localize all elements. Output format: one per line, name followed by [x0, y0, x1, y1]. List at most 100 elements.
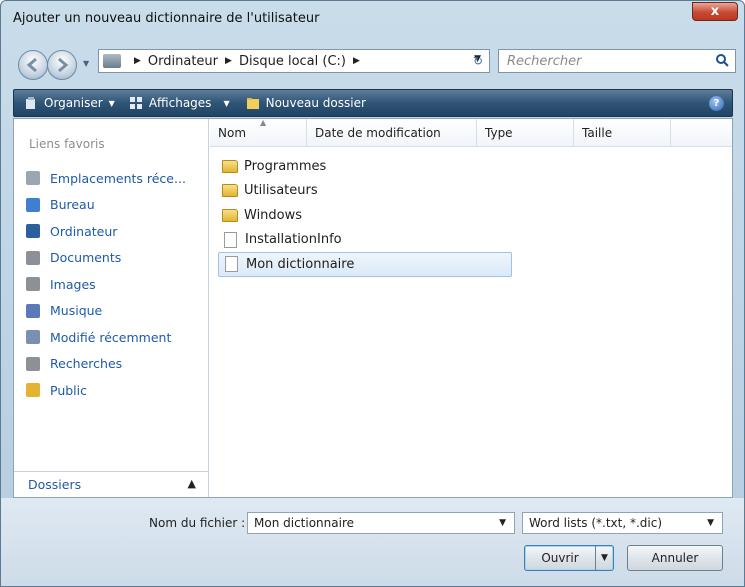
computer-icon: [26, 224, 40, 239]
favorites-list: Emplacements réce... Bureau Ordinateur Docu…: [26, 165, 186, 404]
chevron-up-icon: ▲: [187, 477, 196, 490]
views-label: Affichages: [148, 96, 212, 110]
sidebar-item-label: Public: [50, 382, 87, 398]
sidebar-item[interactable]: Images: [26, 271, 186, 298]
arrow-right-icon: [58, 57, 69, 73]
filename-label: Nom du fichier :: [149, 516, 246, 530]
refresh-icon: ↻: [472, 54, 484, 68]
column-headers: Nom ▲ Date de modification Type Taille: [210, 118, 732, 147]
organize-icon: [26, 97, 35, 109]
sidebar-item[interactable]: Bureau: [26, 192, 186, 219]
refresh-button[interactable]: ↻: [466, 50, 490, 72]
sidebar-item-label: Modifié récemment: [50, 329, 172, 345]
file-row[interactable]: Programmes: [218, 154, 512, 179]
column-header-type[interactable]: Type: [477, 119, 574, 147]
sidebar-item[interactable]: Documents: [26, 245, 186, 272]
file-name: Mon dictionnaire: [246, 256, 355, 272]
navigation-pane: Liens favoris Emplacements réce... Bureau…: [14, 119, 209, 497]
organize-label: Organiser: [44, 96, 103, 110]
column-header-name[interactable]: Nom ▲: [210, 118, 307, 147]
new-folder-label: Nouveau dossier: [265, 96, 366, 110]
pictures-icon: [26, 277, 40, 292]
open-button[interactable]: Ouvrir ▼: [524, 545, 614, 571]
organize-menu[interactable]: Organiser ▼: [24, 96, 115, 110]
views-icon: [129, 97, 142, 109]
recent-places-icon: [26, 171, 40, 186]
sidebar-item-label: Recherches: [50, 356, 123, 372]
file-name: InstallationInfo: [245, 232, 342, 248]
command-toolbar: Organiser ▼ Affichages ▼ Nouveau dossier…: [13, 89, 733, 117]
column-header-date[interactable]: Date de modification: [307, 119, 477, 147]
column-name-label: Nom: [218, 126, 247, 140]
breadcrumb-disque-local[interactable]: Disque local (C:): [239, 54, 346, 69]
chevron-down-icon[interactable]: ▼: [707, 513, 714, 533]
document-icon: [225, 256, 238, 273]
filetype-select[interactable]: Word lists (*.txt, *.dic) ▼: [522, 512, 723, 534]
sidebar-item[interactable]: Recherches: [26, 351, 186, 378]
chevron-down-icon[interactable]: ▼: [499, 513, 506, 533]
documents-icon: [26, 250, 40, 265]
main-area: Liens favoris Emplacements réce... Bureau…: [13, 118, 733, 498]
new-folder-button[interactable]: Nouveau dossier: [246, 96, 366, 110]
breadcrumb-separator-icon[interactable]: ▶: [134, 56, 141, 66]
folder-icon: [222, 184, 238, 198]
sidebar-item[interactable]: Musique: [26, 298, 186, 325]
breadcrumb-separator-icon[interactable]: ▶: [353, 56, 360, 66]
sidebar-item[interactable]: Public: [26, 377, 186, 404]
search-input[interactable]: Rechercher: [498, 49, 736, 73]
file-row[interactable]: Utilisateurs: [218, 179, 512, 204]
breadcrumb-ordinateur[interactable]: Ordinateur: [148, 54, 218, 69]
file-list: Programmes Utilisateurs Windows Installatio…: [218, 154, 512, 277]
filename-input[interactable]: Mon dictionnaire ▼: [247, 512, 515, 534]
folder-icon: [222, 208, 238, 222]
chevron-down-icon: ▼: [108, 98, 115, 108]
views-menu[interactable]: Affichages ▼: [129, 96, 230, 110]
folders-toggle[interactable]: Dossiers ▲: [14, 471, 208, 497]
dialog-window: Ajouter un nouveau dictionnaire de l'uti…: [0, 0, 745, 587]
folder-icon: [222, 159, 238, 173]
file-row[interactable]: InstallationInfo: [218, 228, 512, 253]
sidebar-item-label: Emplacements réce...: [50, 170, 186, 186]
search-icon[interactable]: [715, 53, 729, 67]
breadcrumb-separator-icon[interactable]: ▶: [225, 56, 232, 66]
close-button[interactable]: x: [692, 2, 738, 21]
public-folder-icon: [26, 383, 40, 398]
file-list-pane: Nom ▲ Date de modification Type Taille P…: [210, 118, 732, 497]
help-icon[interactable]: ?: [709, 96, 724, 111]
chevron-down-icon: ▼: [223, 98, 230, 108]
filetype-value: Word lists (*.txt, *.dic): [529, 516, 663, 530]
recently-changed-icon: [26, 330, 40, 345]
sidebar-item[interactable]: Modifié récemment: [26, 324, 186, 351]
open-label: Ouvrir: [541, 551, 579, 565]
title-bar: Ajouter un nouveau dictionnaire de l'uti…: [1, 1, 744, 37]
file-name: Programmes: [244, 158, 327, 174]
searches-icon: [26, 356, 40, 371]
sidebar-item[interactable]: Ordinateur: [26, 218, 186, 245]
sidebar-item-label: Bureau: [50, 197, 95, 213]
file-row[interactable]: Windows: [218, 203, 512, 228]
window-title: Ajouter un nouveau dictionnaire de l'uti…: [13, 11, 320, 26]
file-name: Utilisateurs: [244, 183, 318, 199]
file-row[interactable]: Mon dictionnaire: [218, 252, 512, 277]
recent-pages-dropdown-icon[interactable]: ▼: [83, 59, 89, 68]
cancel-button[interactable]: Annuler: [627, 545, 723, 571]
address-bar[interactable]: ▶ Ordinateur ▶ Disque local (C:) ▶ ▼: [98, 49, 490, 73]
sidebar-item-label: Ordinateur: [50, 223, 118, 239]
sort-ascending-icon: ▲: [260, 118, 267, 127]
arrow-left-icon: [26, 57, 37, 73]
back-button[interactable]: [18, 50, 48, 80]
column-header-size[interactable]: Taille: [574, 119, 671, 147]
new-folder-icon: [246, 98, 259, 109]
forward-button[interactable]: [47, 50, 77, 80]
favorites-heading: Liens favoris: [29, 137, 105, 151]
sidebar-item-label: Documents: [50, 250, 122, 266]
desktop-icon: [26, 197, 40, 212]
sidebar-item-label: Musique: [50, 303, 103, 319]
document-icon: [224, 231, 237, 248]
search-placeholder: Rechercher: [507, 53, 582, 69]
sidebar-item-label: Images: [50, 276, 96, 292]
open-split-dropdown-icon[interactable]: ▼: [595, 546, 613, 570]
filename-value: Mon dictionnaire: [254, 516, 354, 530]
music-icon: [26, 303, 40, 318]
sidebar-item[interactable]: Emplacements réce...: [26, 165, 186, 192]
